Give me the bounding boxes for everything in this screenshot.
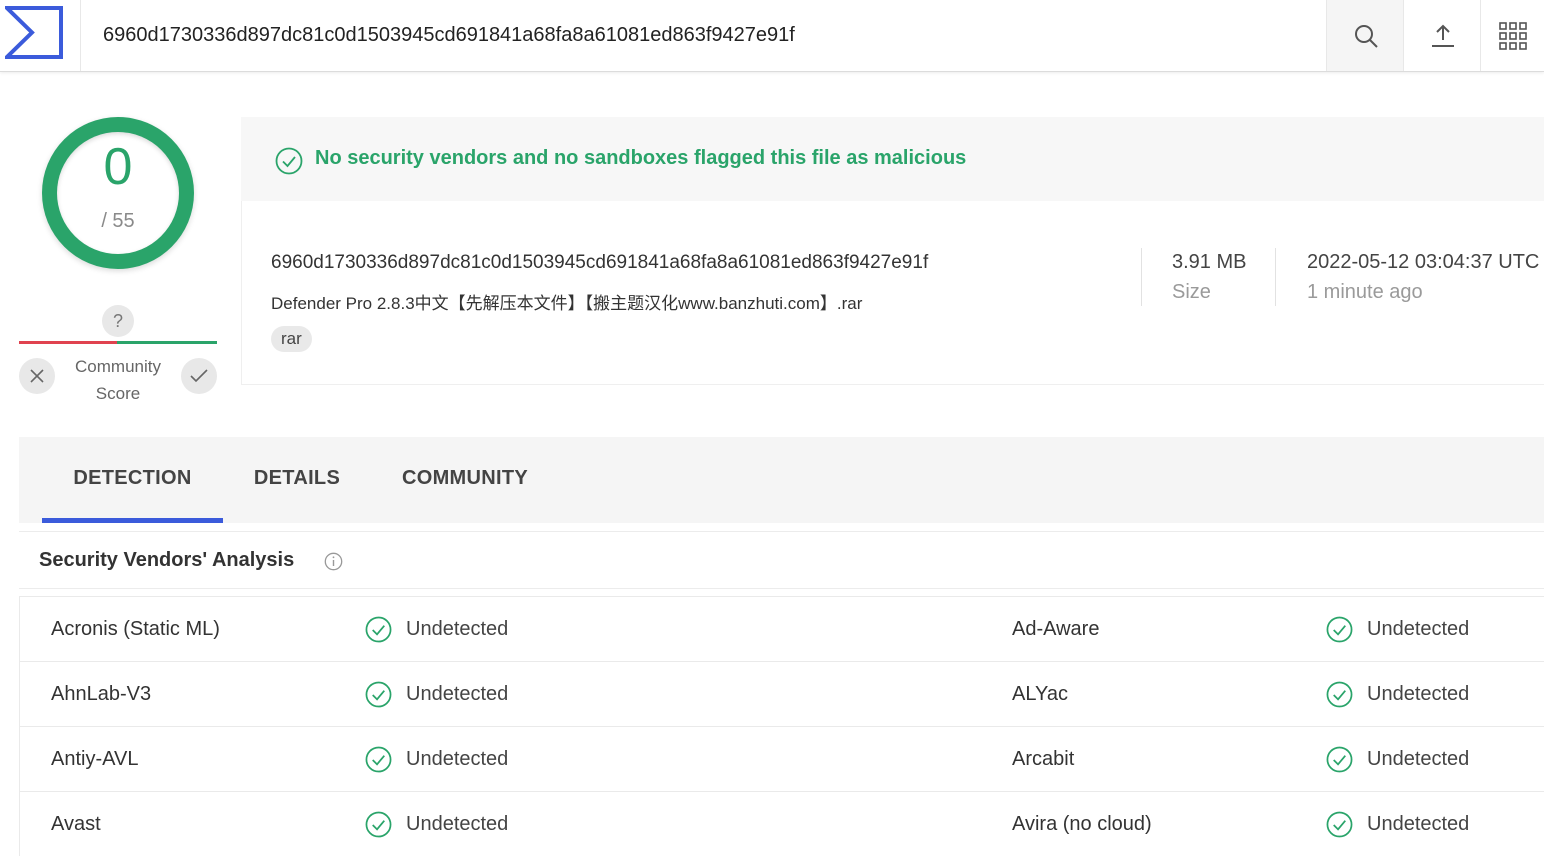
table-row: Antiy-AVL Undetected Arcabit Undetected bbox=[19, 726, 1544, 791]
apps-grid-icon bbox=[1499, 21, 1527, 50]
file-size-label: Size bbox=[1172, 281, 1211, 303]
check-circle-icon bbox=[365, 811, 392, 838]
vendor-name: Avira (no cloud) bbox=[1012, 813, 1152, 835]
detection-score-ring: 0 / 55 bbox=[42, 117, 194, 269]
file-hash: 6960d1730336d897dc81c0d1503945cd691841a6… bbox=[271, 252, 929, 273]
vendor-name: ALYac bbox=[1012, 683, 1068, 705]
check-circle-icon bbox=[1326, 811, 1353, 838]
logo-icon bbox=[5, 6, 63, 59]
close-icon bbox=[30, 369, 44, 383]
vendor-results-table: Acronis (Static ML) Undetected Ad-Aware … bbox=[19, 596, 1544, 856]
analysis-date-relative: 1 minute ago bbox=[1307, 281, 1423, 303]
vendor-name: Acronis (Static ML) bbox=[51, 618, 220, 640]
table-row: Avast Undetected Avira (no cloud) Undete… bbox=[19, 791, 1544, 856]
vendor-name: Arcabit bbox=[1012, 748, 1075, 770]
community-bar-positive bbox=[117, 341, 217, 344]
section-title: Security Vendors' Analysis bbox=[39, 549, 295, 571]
file-name: Defender Pro 2.8.3中文【先解压本文件】【搬主题汉化www.ba… bbox=[271, 294, 863, 313]
verdict-message: No security vendors and no sandboxes fla… bbox=[315, 147, 967, 169]
file-type-tag[interactable]: rar bbox=[271, 326, 312, 352]
report-tabs: DETECTION DETAILS COMMUNITY bbox=[19, 437, 1544, 523]
check-circle-icon bbox=[365, 681, 392, 708]
search-icon bbox=[1354, 24, 1378, 48]
upload-icon bbox=[1431, 24, 1454, 47]
vendor-status: Undetected bbox=[1367, 683, 1470, 705]
active-tab-indicator bbox=[42, 518, 223, 523]
vendor-status: Undetected bbox=[406, 618, 509, 640]
verdict-banner: No security vendors and no sandboxes fla… bbox=[241, 117, 1544, 201]
vote-harmful-button[interactable] bbox=[19, 358, 55, 394]
tab-detection[interactable]: DETECTION bbox=[42, 437, 223, 523]
apps-button[interactable] bbox=[1480, 0, 1544, 71]
vendors-section-header: Security Vendors' Analysis bbox=[19, 531, 1544, 589]
check-circle-icon bbox=[1326, 616, 1353, 643]
table-row: AhnLab-V3 Undetected ALYac Undetected bbox=[19, 661, 1544, 726]
divider bbox=[1275, 248, 1276, 306]
vendor-name: Ad-Aware bbox=[1012, 618, 1100, 640]
vendor-name: AhnLab-V3 bbox=[51, 683, 152, 705]
vendor-name: Avast bbox=[51, 813, 101, 835]
vendor-status: Undetected bbox=[1367, 748, 1470, 770]
top-bar bbox=[0, 0, 1544, 72]
vendor-status: Undetected bbox=[1367, 813, 1470, 835]
file-size-value: 3.91 MB bbox=[1172, 251, 1247, 273]
vendor-status: Undetected bbox=[1367, 618, 1470, 640]
tab-community[interactable]: COMMUNITY bbox=[381, 437, 549, 523]
vendor-name: Antiy-AVL bbox=[51, 748, 139, 770]
search-input[interactable] bbox=[80, 0, 1326, 71]
check-circle-icon bbox=[275, 147, 303, 175]
community-score-label: Community Score bbox=[75, 357, 161, 403]
tab-details[interactable]: DETAILS bbox=[233, 437, 361, 523]
vote-harmless-button[interactable] bbox=[181, 358, 217, 394]
table-row: Acronis (Static ML) Undetected Ad-Aware … bbox=[19, 596, 1544, 661]
divider bbox=[1141, 248, 1142, 306]
info-icon[interactable] bbox=[324, 552, 343, 571]
engine-total: / 55 bbox=[101, 210, 135, 232]
vendor-status: Undetected bbox=[406, 813, 509, 835]
community-bar-negative bbox=[19, 341, 117, 344]
community-score-value: ? bbox=[102, 305, 134, 337]
detection-count: 0 bbox=[103, 138, 133, 196]
check-circle-icon bbox=[365, 616, 392, 643]
upload-button[interactable] bbox=[1403, 0, 1481, 71]
check-circle-icon bbox=[1326, 681, 1353, 708]
vendor-status: Undetected bbox=[406, 683, 509, 705]
check-circle-icon bbox=[365, 746, 392, 773]
search-button[interactable] bbox=[1326, 0, 1404, 71]
vendor-status: Undetected bbox=[406, 748, 509, 770]
logo[interactable] bbox=[0, 0, 81, 71]
check-circle-icon bbox=[1326, 746, 1353, 773]
check-icon bbox=[190, 369, 208, 383]
analysis-date-value: 2022-05-12 03:04:37 UTC bbox=[1307, 251, 1540, 273]
